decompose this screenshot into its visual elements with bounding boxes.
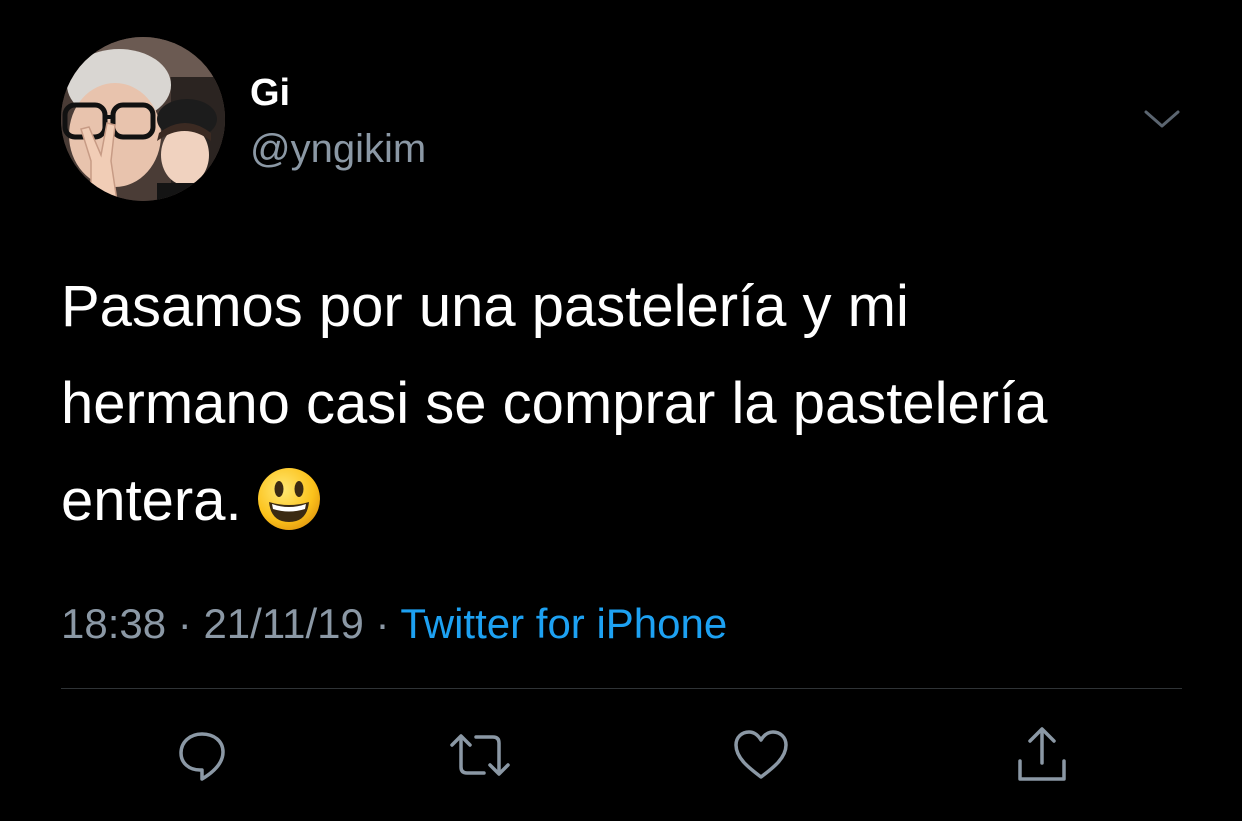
tweet-text-line: hermano casi se comprar la pastelería: [61, 371, 1048, 436]
meta-separator: ·: [375, 600, 390, 647]
display-name[interactable]: Gi: [250, 70, 290, 116]
avatar-photo: [61, 37, 225, 201]
tweet-text-line: entera.: [61, 468, 242, 533]
more-options-button[interactable]: [1138, 98, 1186, 138]
share-icon: [1018, 727, 1066, 781]
meta-separator: ·: [177, 600, 192, 647]
reply-icon: [179, 732, 225, 781]
tweet-meta: 18:38 · 21/11/19 · Twitter for iPhone: [61, 598, 727, 650]
tweet-time: 18:38: [61, 600, 167, 647]
share-button[interactable]: [1010, 723, 1074, 787]
tweet-text-line: Pasamos por una pastelería y mi: [61, 274, 909, 339]
tweet-source-link[interactable]: Twitter for iPhone: [400, 600, 727, 647]
smiley-face-emoji: [256, 464, 322, 561]
divider: [61, 688, 1182, 689]
like-icon: [734, 730, 788, 779]
retweet-icon: [450, 734, 510, 776]
reply-button[interactable]: [170, 723, 234, 787]
like-button[interactable]: [729, 723, 793, 787]
user-handle[interactable]: @yngikim: [250, 125, 426, 173]
retweet-button[interactable]: [448, 723, 512, 787]
tweet-date: 21/11/19: [203, 600, 364, 647]
tweet-text: Pasamos por una pastelería y mi hermano c…: [61, 258, 1191, 561]
avatar[interactable]: [61, 37, 225, 201]
chevron-down-icon: [1144, 110, 1180, 128]
